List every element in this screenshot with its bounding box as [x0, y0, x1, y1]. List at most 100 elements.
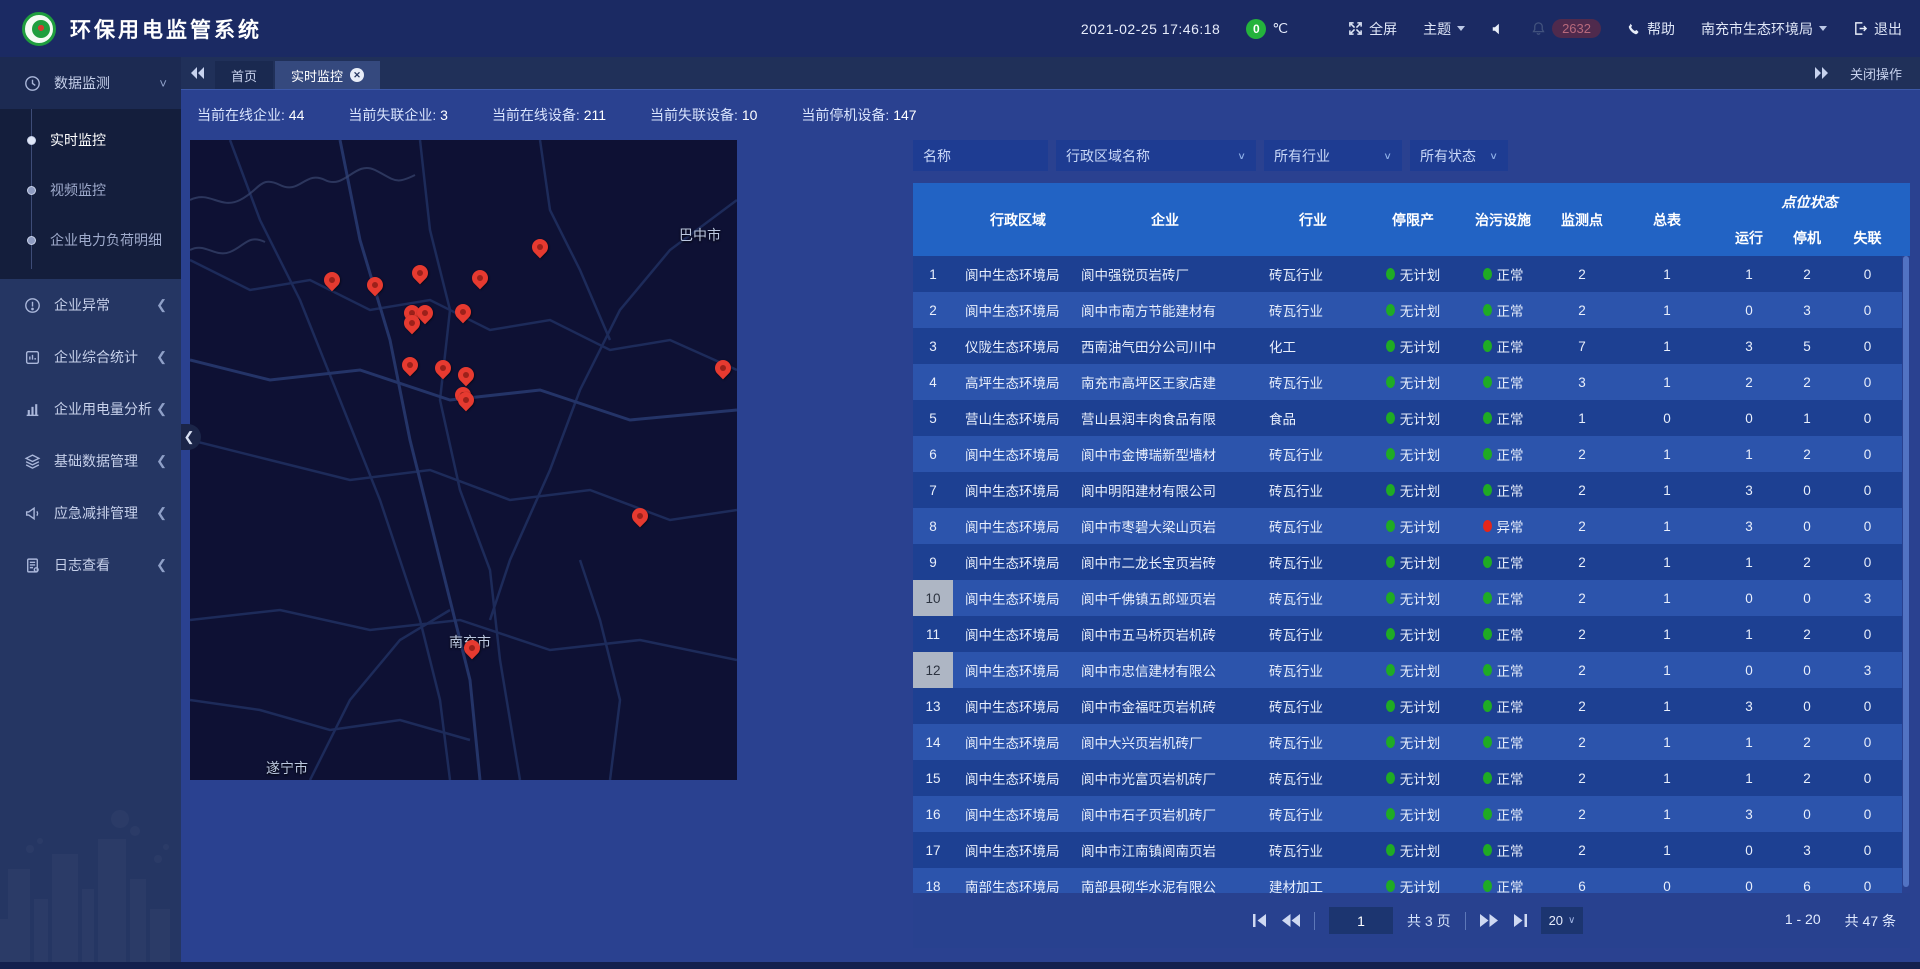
cell-production-status: 无计划 [1367, 840, 1459, 860]
sidebar-skyline-decoration [0, 799, 181, 969]
page-size-select[interactable]: 20∨ [1541, 907, 1584, 934]
double-chevron-right-icon [1814, 67, 1828, 79]
industry-select[interactable]: 所有行业∨ [1264, 140, 1402, 171]
tabs-scroll-left-button[interactable] [181, 57, 215, 89]
cell-industry: 砖瓦行业 [1259, 588, 1367, 608]
prev-page-button[interactable] [1282, 914, 1300, 927]
table-row[interactable]: 18南部生态环境局南部县砌华水泥有限公建材加工无计划正常60060 [913, 868, 1902, 893]
fullscreen-button[interactable]: 全屏 [1348, 19, 1397, 39]
cell-points: 2 [1547, 735, 1617, 750]
tab-close-icon[interactable]: ✕ [350, 68, 364, 82]
table-row[interactable]: 15阆中生态环境局阆中市光富页岩机砖厂砖瓦行业无计划正常21120 [913, 760, 1902, 796]
map-roads-decoration [190, 140, 737, 780]
cell-points: 2 [1547, 771, 1617, 786]
cell-meter: 1 [1617, 519, 1717, 534]
cell-lost: 0 [1833, 339, 1902, 354]
status-dot-icon [1386, 268, 1395, 280]
cell-points: 1 [1547, 411, 1617, 426]
sidebar-group-3[interactable]: 企业用电量分析❮ [0, 383, 181, 435]
last-page-button[interactable] [1512, 914, 1527, 927]
cell-company: 阆中市光富页岩机砖厂 [1071, 768, 1259, 788]
total-pages-label: 共 3 页 [1407, 911, 1451, 931]
table-row[interactable]: 16阆中生态环境局阆中市石子页岩机砖厂砖瓦行业无计划正常21300 [913, 796, 1902, 832]
notifications-button[interactable]: 2632 [1531, 19, 1601, 38]
cell-industry: 化工 [1259, 336, 1367, 356]
table-row[interactable]: 14阆中生态环境局阆中大兴页岩机砖厂砖瓦行业无计划正常21120 [913, 724, 1902, 760]
col-header-point-status: 点位状态 [1717, 183, 1902, 221]
sidebar-group-0[interactable]: 数据监测˅ [0, 57, 181, 109]
cell-company: 阆中市南方节能建材有 [1071, 300, 1259, 320]
cell-meter: 1 [1617, 699, 1717, 714]
organization-dropdown[interactable]: 南充市生态环境局 [1701, 19, 1827, 39]
table-row[interactable]: 6阆中生态环境局阆中市金博瑞新型墙材砖瓦行业无计划正常21120 [913, 436, 1902, 472]
sidebar-item-0-0[interactable]: 实时监控 [0, 115, 181, 165]
enterprise-table: 行政区域 企业 行业 停限产 治污设施 监测点 总表 点位状态 运行 停机 失联 [913, 183, 1910, 893]
first-page-button[interactable] [1253, 914, 1268, 927]
help-button[interactable]: 帮助 [1627, 19, 1675, 39]
cell-run: 3 [1717, 483, 1781, 498]
sidebar-group-1[interactable]: 企业异常❮ [0, 279, 181, 331]
sidebar-group-4[interactable]: 基础数据管理❮ [0, 435, 181, 487]
app-title: 环保用电监管系统 [70, 14, 262, 44]
tabs-scroll-right-button[interactable] [1814, 67, 1828, 79]
cell-industry: 砖瓦行业 [1259, 660, 1367, 680]
table-row[interactable]: 13阆中生态环境局阆中市金福旺页岩机砖砖瓦行业无计划正常21300 [913, 688, 1902, 724]
cell-region: 阆中生态环境局 [953, 264, 1071, 284]
cell-production-status: 无计划 [1367, 696, 1459, 716]
status-dot-icon [1386, 304, 1395, 316]
cell-production-status: 无计划 [1367, 624, 1459, 644]
col-header-stop: 停机 [1781, 221, 1833, 256]
status-dot-icon [1483, 520, 1492, 532]
cell-region: 阆中生态环境局 [953, 480, 1071, 500]
chevron-left-icon: ❮ [156, 505, 167, 521]
cell-industry: 砖瓦行业 [1259, 300, 1367, 320]
cell-points: 2 [1547, 591, 1617, 606]
sidebar-group-2[interactable]: 企业综合统计❮ [0, 331, 181, 383]
name-search-input[interactable] [913, 140, 1048, 171]
table-row[interactable]: 11阆中生态环境局阆中市五马桥页岩机砖砖瓦行业无计划正常21120 [913, 616, 1902, 652]
cell-region: 阆中生态环境局 [953, 444, 1071, 464]
chevron-left-icon: ❮ [156, 557, 167, 573]
table-row[interactable]: 9阆中生态环境局阆中市二龙长宝页岩砖砖瓦行业无计划正常21120 [913, 544, 1902, 580]
table-row[interactable]: 17阆中生态环境局阆中市江南镇阆南页岩砖瓦行业无计划正常21030 [913, 832, 1902, 868]
mute-button[interactable] [1491, 22, 1505, 36]
status-select[interactable]: 所有状态∨ [1410, 140, 1508, 171]
status-dot-icon [1483, 412, 1492, 424]
double-chevron-left-icon [191, 67, 205, 79]
sidebar-group-label: 基础数据管理 [54, 451, 138, 471]
table-row[interactable]: 12阆中生态环境局阆中市忠信建材有限公砖瓦行业无计划正常21003 [913, 652, 1902, 688]
cell-production-status: 无计划 [1367, 768, 1459, 788]
cell-index: 10 [913, 580, 953, 616]
region-select[interactable]: 行政区域名称∨ [1056, 140, 1256, 171]
sidebar-item-0-2[interactable]: 企业电力负荷明细 [0, 215, 181, 265]
close-operations-button[interactable]: 关闭操作 [1850, 64, 1902, 83]
table-row[interactable]: 2阆中生态环境局阆中市南方节能建材有砖瓦行业无计划正常21030 [913, 292, 1902, 328]
map-panel[interactable]: 巴中市南充市遂宁市 [190, 140, 737, 780]
table-row[interactable]: 8阆中生态环境局阆中市枣碧大梁山页岩砖瓦行业无计划异常21300 [913, 508, 1902, 544]
sidebar-item-0-1[interactable]: 视频监控 [0, 165, 181, 215]
page-number-input[interactable] [1329, 907, 1393, 934]
table-row[interactable]: 4高坪生态环境局南充市高坪区王家店建砖瓦行业无计划正常31220 [913, 364, 1902, 400]
sidebar-group-6[interactable]: 日志查看❮ [0, 539, 181, 591]
cell-company: 南充市高坪区王家店建 [1071, 372, 1259, 392]
status-dot-icon [1386, 448, 1395, 460]
sidebar-group-5[interactable]: 应急减排管理❮ [0, 487, 181, 539]
table-row[interactable]: 5营山生态环境局营山县润丰肉食品有限食品无计划正常10010 [913, 400, 1902, 436]
sidebar-group-label: 企业异常 [54, 295, 110, 315]
table-row[interactable]: 10阆中生态环境局阆中千佛镇五郎垭页岩砖瓦行业无计划正常21003 [913, 580, 1902, 616]
cell-index: 14 [913, 724, 953, 760]
next-page-button[interactable] [1480, 914, 1498, 927]
theme-dropdown[interactable]: 主题 [1423, 19, 1465, 39]
logout-button[interactable]: 退出 [1853, 19, 1902, 39]
col-header-facility: 治污设施 [1459, 183, 1547, 256]
table-row[interactable]: 3仪陇生态环境局西南油气田分公司川中化工无计划正常71350 [913, 328, 1902, 364]
cell-index: 1 [913, 256, 953, 292]
table-scrollbar[interactable] [1902, 256, 1910, 893]
table-row[interactable]: 7阆中生态环境局阆中明阳建材有限公司砖瓦行业无计划正常21300 [913, 472, 1902, 508]
cell-points: 2 [1547, 807, 1617, 822]
status-dot-icon [1386, 520, 1395, 532]
cell-facility-status: 正常 [1459, 588, 1547, 608]
table-row[interactable]: 1阆中生态环境局阆中强锐页岩砖厂砖瓦行业无计划正常21120 [913, 256, 1902, 292]
tab-home[interactable]: 首页 [215, 61, 273, 89]
tab-realtime-monitor[interactable]: 实时监控 ✕ [275, 61, 380, 89]
